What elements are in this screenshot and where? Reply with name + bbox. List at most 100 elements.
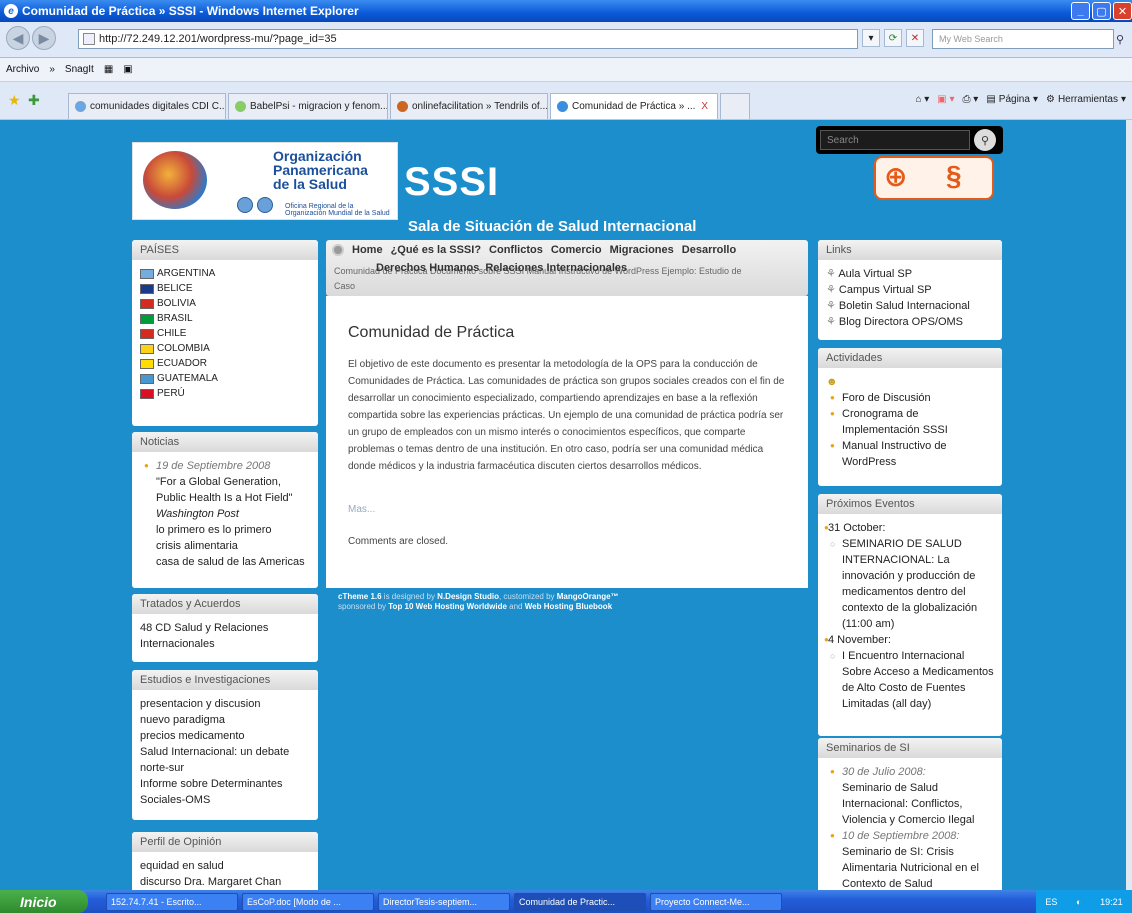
- tab-favicon: [397, 101, 408, 112]
- country-link[interactable]: PERÚ: [140, 386, 310, 401]
- perfil-link-2[interactable]: discurso Dra. Margaret Chan: [140, 874, 310, 890]
- vertical-scrollbar[interactable]: [1126, 120, 1132, 890]
- nav-conflictos[interactable]: Conflictos: [489, 244, 543, 256]
- country-link[interactable]: BELICE: [140, 281, 310, 296]
- maximize-button[interactable]: ▢: [1092, 2, 1111, 20]
- footer-theme-link[interactable]: cTheme 1.6: [338, 592, 382, 601]
- menu-archivo[interactable]: Archivo: [6, 64, 39, 75]
- search-go-icon[interactable]: ⚲: [974, 129, 996, 151]
- tab-comunidad-practica[interactable]: Comunidad de Práctica » ... X: [550, 93, 718, 119]
- nav-que-es[interactable]: ¿Qué es la SSSI?: [391, 244, 481, 256]
- actividad-link[interactable]: Foro de Discusión: [826, 390, 994, 406]
- nav-home[interactable]: Home: [352, 244, 383, 256]
- footer-bluebook-link[interactable]: Web Hosting Bluebook: [525, 602, 612, 611]
- link-item[interactable]: ⚘ Boletin Salud Internacional: [826, 298, 994, 314]
- seminario-link[interactable]: Seminario de SI: Crisis Alimentaria Nutr…: [842, 846, 979, 890]
- tab-comunidades-digitales[interactable]: comunidades digitales CDI C...: [68, 93, 226, 119]
- country-link[interactable]: ARGENTINA: [140, 266, 310, 281]
- print-icon[interactable]: ⎙ ▾: [963, 94, 979, 105]
- search-icon[interactable]: ⚲: [1116, 29, 1132, 49]
- add-favorites-icon[interactable]: ✚: [28, 92, 40, 109]
- language-indicator[interactable]: ES: [1045, 897, 1057, 907]
- link-item[interactable]: ⚘ Blog Directora OPS/OMS: [826, 314, 994, 330]
- start-button[interactable]: Inicio: [0, 890, 88, 913]
- evento-item[interactable]: SEMINARIO DE SALUD INTERNACIONAL: La inn…: [828, 536, 994, 632]
- estudio-link[interactable]: norte-sur: [140, 760, 310, 776]
- ops-logo[interactable]: Organización Panamericana de la Salud Of…: [132, 142, 398, 220]
- dropdown-icon[interactable]: ▾: [862, 29, 880, 47]
- flag-icon: [140, 283, 154, 294]
- country-label: BELICE: [157, 282, 193, 294]
- link-item[interactable]: ⚘ Aula Virtual SP: [826, 266, 994, 282]
- tab-onlinefacilitation[interactable]: onlinefacilitation » Tendrils of...: [390, 93, 548, 119]
- minimize-button[interactable]: _: [1071, 2, 1090, 20]
- estudio-link[interactable]: Informe sobre Determinantes: [140, 776, 310, 792]
- nav-submenu-line2[interactable]: Caso: [334, 279, 808, 294]
- estudio-link[interactable]: presentacion y discusion: [140, 696, 310, 712]
- tab-close-icon[interactable]: X: [701, 101, 708, 112]
- tratados-link-2[interactable]: Internacionales: [140, 636, 310, 652]
- tratados-link-1[interactable]: 48 CD Salud y Relaciones: [140, 620, 310, 636]
- taskbar-item[interactable]: 152.74.7.41 - Escrito...: [106, 892, 238, 911]
- close-button[interactable]: ✕: [1113, 2, 1132, 20]
- taskbar-item[interactable]: DirectorTesis-septiem...: [378, 892, 510, 911]
- new-tab-button[interactable]: [720, 93, 750, 119]
- nav-derechos-humanos[interactable]: Derechos Humanos: [376, 262, 479, 274]
- seminario-link[interactable]: Seminario de Salud Internacional: Confli…: [842, 782, 974, 826]
- country-link[interactable]: GUATEMALA: [140, 371, 310, 386]
- forward-button[interactable]: ▶: [32, 26, 56, 50]
- country-link[interactable]: CHILE: [140, 326, 310, 341]
- estudio-link[interactable]: Salud Internacional: un debate: [140, 744, 310, 760]
- country-link[interactable]: COLOMBIA: [140, 341, 310, 356]
- menu-more-icon[interactable]: »: [49, 64, 55, 75]
- actividad-link[interactable]: Manual Instructivo de WordPress: [826, 438, 994, 470]
- actividad-link[interactable]: Cronograma de Implementación SSSI: [826, 406, 994, 438]
- main-nav: Home ¿Qué es la SSSI? Conflictos Comerci…: [326, 240, 808, 296]
- flag-icon: [140, 268, 154, 279]
- country-link[interactable]: ECUADOR: [140, 356, 310, 371]
- noticia-more-1[interactable]: lo primero es lo primero: [156, 524, 272, 536]
- read-more-link[interactable]: Mas...: [348, 504, 375, 515]
- evento-item[interactable]: I Encuentro Internacional Sobre Acceso a…: [828, 648, 994, 712]
- noticia-more-3[interactable]: casa de salud de las Americas: [156, 556, 305, 568]
- country-link[interactable]: BRASIL: [140, 311, 310, 326]
- country-link[interactable]: BOLIVIA: [140, 296, 310, 311]
- nav-migraciones[interactable]: Migraciones: [610, 244, 674, 256]
- estudio-link[interactable]: nuevo paradigma: [140, 712, 310, 728]
- snagit-capture-icon[interactable]: ▦: [104, 64, 113, 75]
- stop-icon[interactable]: ✕: [906, 29, 924, 47]
- tab-babelpsi[interactable]: BabelPsi - migracion y fenom...: [228, 93, 388, 119]
- snagit-window-icon[interactable]: ▣: [123, 64, 132, 75]
- address-field[interactable]: http://72.249.12.201/wordpress-mu/?page_…: [78, 29, 858, 49]
- estudio-link[interactable]: Sociales-OMS: [140, 792, 310, 808]
- favorites-star-icon[interactable]: ★: [8, 92, 21, 109]
- footer-top10-link[interactable]: Top 10 Web Hosting Worldwide: [388, 602, 507, 611]
- page-menu[interactable]: ▤ Página ▾: [986, 94, 1038, 105]
- footer-ndesign-link[interactable]: N.Design Studio: [437, 592, 499, 601]
- evento-day: 31 October: SEMINARIO DE SALUD INTERNACI…: [820, 520, 994, 632]
- nav-desarrollo[interactable]: Desarrollo: [682, 244, 736, 256]
- taskbar-item[interactable]: EsCoP.doc [Modo de ...: [242, 892, 374, 911]
- perfil-link-1[interactable]: equidad en salud: [140, 858, 310, 874]
- link-item[interactable]: ⚘ Campus Virtual SP: [826, 282, 994, 298]
- feeds-icon[interactable]: ▣ ▾: [937, 94, 954, 105]
- country-label: COLOMBIA: [157, 342, 210, 354]
- noticia-link-2[interactable]: Public Health Is a Hot Field": [156, 492, 293, 504]
- site-search-input[interactable]: Search: [820, 130, 970, 150]
- who-emblem-icon: [257, 197, 273, 213]
- network-icon[interactable]: ◐: [1076, 897, 1081, 907]
- home-icon[interactable]: ⌂ ▾: [915, 94, 929, 105]
- noticia-link[interactable]: "For a Global Generation,: [156, 476, 281, 488]
- back-button[interactable]: ◀: [6, 26, 30, 50]
- tools-menu[interactable]: ⚙ Herramientas ▾: [1046, 94, 1126, 105]
- nav-relaciones[interactable]: Relaciones Internacionales: [485, 262, 627, 274]
- footer-mango-link[interactable]: MangoOrange™: [557, 592, 619, 601]
- snagit-button[interactable]: SnagIt: [65, 64, 94, 75]
- web-search-input[interactable]: My Web Search: [932, 29, 1114, 49]
- refresh-icon[interactable]: ⟳: [884, 29, 902, 47]
- nav-comercio[interactable]: Comercio: [551, 244, 602, 256]
- taskbar-item-active[interactable]: Comunidad de Practic...: [514, 892, 646, 911]
- estudio-link[interactable]: precios medicamento: [140, 728, 310, 744]
- noticia-more-2[interactable]: crisis alimentaria: [156, 540, 238, 552]
- taskbar-item[interactable]: Proyecto Connect-Me...: [650, 892, 782, 911]
